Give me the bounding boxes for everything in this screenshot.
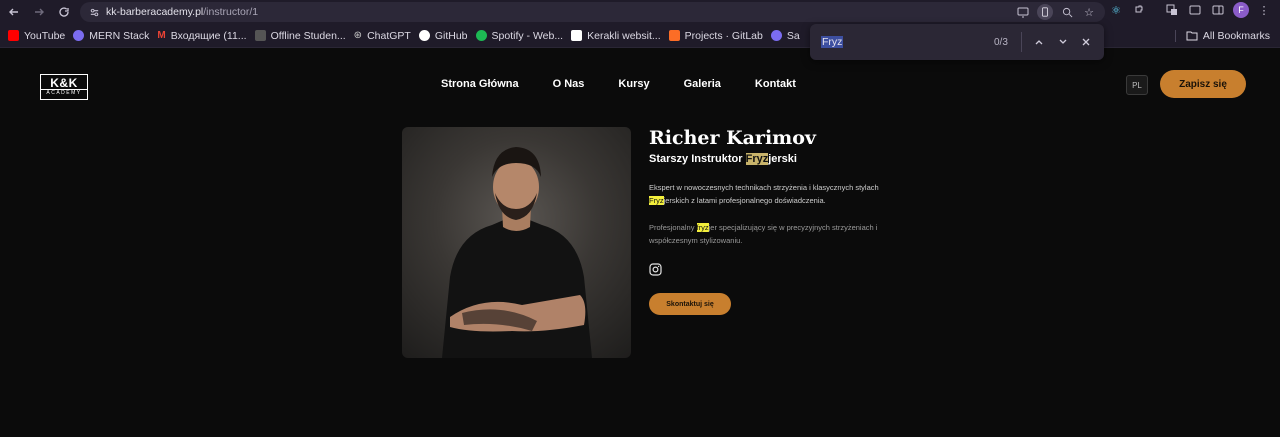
forward-button[interactable] <box>28 1 50 23</box>
site-logo[interactable]: K&K ACADEMY <box>40 74 88 100</box>
bookmark-gmail[interactable]: M Входящие (11... <box>157 30 246 42</box>
menu-icon[interactable]: ⋮ <box>1256 2 1272 18</box>
find-highlight: Fryz <box>649 196 664 205</box>
bookmark-label: MERN Stack <box>89 29 150 42</box>
react-devtools-icon[interactable]: ⚛ <box>1108 2 1124 18</box>
spotify-icon <box>475 30 487 41</box>
reload-button[interactable] <box>53 1 75 23</box>
offline-student-icon <box>254 30 266 41</box>
find-previous-button[interactable] <box>1031 34 1047 50</box>
bookmark-mern-stack[interactable]: MERN Stack <box>73 30 149 42</box>
description-text: Profesjonalny <box>649 223 697 232</box>
back-button[interactable] <box>3 1 25 23</box>
bookmarks-divider <box>1175 30 1176 42</box>
zoom-icon[interactable] <box>1059 4 1075 20</box>
all-bookmarks-label: All Bookmarks <box>1202 30 1270 42</box>
translate-icon[interactable] <box>1164 2 1180 18</box>
instructor-bio: Ekspert w nowoczesnych technikach strzyż… <box>649 181 889 207</box>
logo-subtext: ACADEMY <box>41 89 87 97</box>
chatgpt-icon: ⊛ <box>353 30 363 41</box>
instructor-photo <box>402 127 631 358</box>
youtube-icon <box>8 30 19 41</box>
find-bar: Fryz 0/3 <box>810 24 1104 60</box>
bookmark-kerakli[interactable]: Kerakli websit... <box>571 30 661 42</box>
nav-courses[interactable]: Kursy <box>618 78 649 90</box>
bookmark-youtube[interactable]: YouTube <box>8 30 65 42</box>
sidebar-icon[interactable] <box>1210 2 1226 18</box>
folder-icon <box>1186 31 1198 41</box>
url-text: kk-barberacademy.pl/instructor/1 <box>106 6 258 18</box>
nav-gallery[interactable]: Galeria <box>684 78 721 90</box>
url-path: /instructor/1 <box>203 6 259 18</box>
extensions-icon[interactable] <box>1131 2 1147 18</box>
browser-toolbar: kk-barberacademy.pl/instructor/1 ☆ ⚛ F ⋮ <box>0 0 1280 24</box>
instructor-portrait <box>442 147 592 358</box>
address-bar[interactable]: kk-barberacademy.pl/instructor/1 ☆ <box>80 2 1105 22</box>
bookmark-label: Projects · GitLab <box>684 29 763 42</box>
gmail-icon: M <box>157 30 166 41</box>
reload-icon <box>59 7 69 17</box>
main-nav: Strona Główna O Nas Kursy Galeria Kontak… <box>441 78 796 90</box>
chevron-down-icon <box>1059 39 1067 44</box>
find-divider <box>1021 32 1022 52</box>
nav-contact[interactable]: Kontakt <box>755 78 796 90</box>
bookmark-label: Sa <box>786 29 800 42</box>
cast-icon[interactable] <box>1187 2 1203 18</box>
bookmark-label: YouTube <box>24 29 66 42</box>
bookmark-label: Входящие (11... <box>170 29 247 42</box>
language-switch[interactable]: PL <box>1126 75 1148 95</box>
bookmark-favicon <box>770 30 782 41</box>
bookmark-github[interactable]: GitHub <box>418 29 468 42</box>
nav-home[interactable]: Strona Główna <box>441 78 519 90</box>
find-next-button[interactable] <box>1055 34 1071 50</box>
bookmark-label: ChatGPT <box>367 29 411 42</box>
mern-icon <box>73 30 85 41</box>
bookmark-gitlab[interactable]: Projects · GitLab <box>668 29 763 42</box>
bookmark-star-icon[interactable]: ☆ <box>1081 4 1097 20</box>
find-highlight-current: Fryz <box>745 153 769 165</box>
close-icon <box>1082 38 1090 46</box>
url-host: kk-barberacademy.pl <box>106 6 204 18</box>
role-text: Starszy Instruktor <box>649 153 746 165</box>
instructor-info: Richer Karimov Starszy Instruktor Fryzje… <box>649 127 909 247</box>
profile-avatar[interactable]: F <box>1233 2 1249 18</box>
reader-mode-icon[interactable] <box>1037 4 1053 20</box>
chevron-up-icon <box>1035 40 1043 45</box>
bookmark-offline-student[interactable]: Offline Studen... <box>254 29 346 42</box>
arrow-left-icon <box>9 8 18 16</box>
bio-text: Ekspert w nowoczesnych technikach strzyż… <box>649 183 879 192</box>
logo-text: K&K <box>50 76 78 90</box>
bookmark-partial[interactable]: Sa <box>770 29 800 42</box>
find-close-button[interactable] <box>1078 34 1094 50</box>
find-count: 0/3 <box>994 36 1008 48</box>
bookmark-label: Offline Studen... <box>270 29 346 42</box>
bio-text-end: jerskich z latami profesjonalnego doświa… <box>663 196 826 205</box>
bookmark-label: Kerakli websit... <box>587 29 661 42</box>
find-highlight: fryz <box>696 223 709 232</box>
nav-about[interactable]: O Nas <box>553 78 585 90</box>
instagram-icon[interactable] <box>649 263 662 276</box>
site-info-icon[interactable] <box>86 4 102 20</box>
instructor-description: Profesjonalny fryzjer specjalizujący się… <box>649 221 889 247</box>
gitlab-icon <box>668 30 680 41</box>
find-input[interactable]: Fryz <box>821 36 844 48</box>
bookmark-chatgpt[interactable]: ⊛ ChatGPT <box>354 30 411 42</box>
role-text-end: jerski <box>768 153 797 165</box>
bookmark-label: Spotify - Web... <box>491 29 564 42</box>
instructor-role: Starszy Instruktor Fryzjerski <box>649 153 909 165</box>
all-bookmarks-button[interactable]: All Bookmarks <box>1186 30 1270 42</box>
bookmark-spotify[interactable]: Spotify - Web... <box>475 29 564 42</box>
signup-button[interactable]: Zapisz się <box>1160 70 1246 98</box>
contact-button[interactable]: Skontaktuj się <box>649 293 731 315</box>
notion-icon <box>571 30 583 41</box>
instructor-name: Richer Karimov <box>649 127 816 149</box>
github-icon <box>418 30 430 41</box>
cast-tab-icon[interactable] <box>1015 4 1031 20</box>
bookmark-label: GitHub <box>434 29 468 42</box>
arrow-right-icon <box>35 8 44 16</box>
